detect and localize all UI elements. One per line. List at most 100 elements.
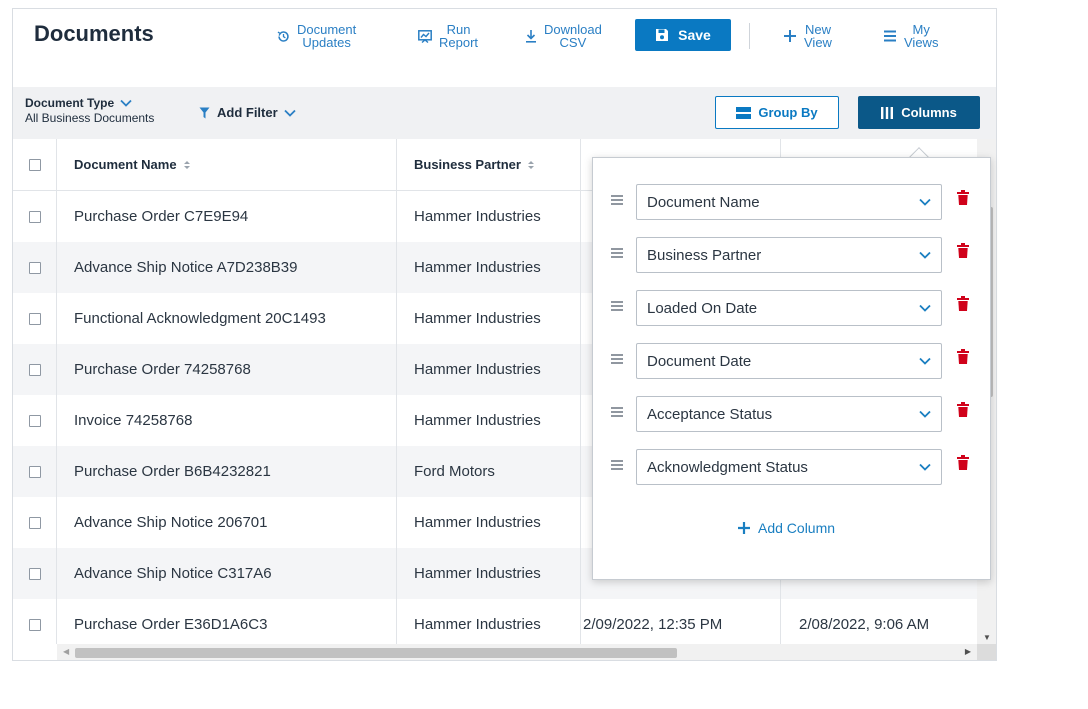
row-checkbox[interactable] [28, 465, 41, 478]
toolbar-divider [749, 23, 750, 49]
business-partner-cell: Hammer Industries [397, 293, 581, 344]
add-column-button[interactable]: Add Column [737, 520, 835, 536]
column-select[interactable]: Business Partner [636, 237, 942, 273]
trash-icon[interactable] [957, 455, 969, 470]
row-checkbox[interactable] [28, 618, 41, 631]
page-title: Documents [34, 21, 154, 46]
filter-icon [199, 107, 210, 119]
column-select[interactable]: Acknowledgment Status [636, 449, 942, 485]
drag-handle-icon[interactable] [611, 407, 623, 417]
row-checkbox-cell [13, 191, 57, 242]
table-row[interactable]: Purchase Order E36D1A6C3 Hammer Industri… [13, 599, 977, 644]
add-filter-button[interactable]: Add Filter [199, 105, 296, 120]
history-icon [277, 30, 290, 43]
save-button[interactable]: Save [635, 19, 731, 51]
row-checkbox[interactable] [28, 516, 41, 529]
new-view-button[interactable]: New View [783, 21, 832, 51]
row-checkbox[interactable] [28, 363, 41, 376]
document-name-cell[interactable]: Purchase Order 74258768 [57, 344, 397, 395]
row-checkbox[interactable] [28, 567, 41, 580]
chevron-down-icon [919, 410, 931, 418]
document-date-cell: 2/08/2022, 9:06 AM [799, 616, 930, 633]
document-name-cell[interactable]: Advance Ship Notice A7D238B39 [57, 242, 397, 293]
document-name-cell[interactable]: Purchase Order E36D1A6C3 [57, 599, 397, 644]
header-document-name[interactable]: Document Name [57, 139, 397, 190]
drag-handle-icon[interactable] [611, 248, 623, 258]
column-select[interactable]: Document Date [636, 343, 942, 379]
my-views-button[interactable]: My Views [883, 21, 938, 51]
trash-icon[interactable] [957, 243, 969, 258]
report-icon [418, 29, 432, 43]
business-partner-cell: Hammer Industries [397, 599, 581, 644]
add-column-label: Add Column [758, 520, 836, 536]
select-all-checkbox[interactable] [28, 158, 41, 171]
row-checkbox[interactable] [28, 312, 41, 325]
horizontal-scrollbar-thumb[interactable] [75, 648, 677, 658]
document-name-cell[interactable]: Purchase Order B6B4232821 [57, 446, 397, 497]
column-item: Acceptance Status [593, 396, 990, 432]
business-partner-cell: Hammer Industries [397, 344, 581, 395]
floppy-disk-icon [655, 28, 669, 42]
row-checkbox[interactable] [28, 210, 41, 223]
column-select-value: Loaded On Date [647, 299, 758, 317]
scroll-left-arrow-icon[interactable]: ◀ [63, 647, 69, 656]
chevron-down-icon [919, 357, 931, 365]
header-checkbox-cell [13, 139, 57, 190]
header-document-name-label: Document Name [74, 157, 177, 172]
document-name-cell[interactable]: Invoice 74258768 [57, 395, 397, 446]
row-checkbox-cell [13, 548, 57, 599]
row-checkbox[interactable] [28, 414, 41, 427]
trash-icon[interactable] [957, 296, 969, 311]
download-csv-button[interactable]: Download CSV [525, 21, 602, 51]
chevron-down-icon [919, 198, 931, 206]
scroll-right-arrow-icon[interactable]: ▶ [965, 647, 971, 656]
column-select[interactable]: Acceptance Status [636, 396, 942, 432]
document-name-cell[interactable]: Advance Ship Notice C317A6 [57, 548, 397, 599]
document-type-filter[interactable]: Document Type All Business Documents [25, 96, 154, 125]
drag-handle-icon[interactable] [611, 354, 623, 364]
sort-icon [183, 160, 191, 170]
column-item: Document Date [593, 343, 990, 379]
document-updates-label-2: Updates [302, 35, 351, 50]
scroll-down-arrow-icon[interactable]: ▼ [983, 633, 991, 642]
header-business-partner-label: Business Partner [414, 157, 521, 172]
group-icon [736, 106, 752, 119]
column-select-value: Business Partner [647, 246, 762, 264]
business-partner-cell: Hammer Industries [397, 497, 581, 548]
horizontal-scrollbar[interactable]: ◀ ▶ [57, 644, 977, 660]
plus-icon [783, 29, 797, 43]
trash-icon[interactable] [957, 190, 969, 205]
column-item: Acknowledgment Status [593, 449, 990, 485]
run-report-label-2: Report [439, 35, 479, 50]
document-name-cell[interactable]: Functional Acknowledgment 20C1493 [57, 293, 397, 344]
document-name-cell[interactable]: Advance Ship Notice 206701 [57, 497, 397, 548]
chevron-down-icon [120, 99, 132, 107]
drag-handle-icon[interactable] [611, 195, 623, 205]
column-select-value: Acknowledgment Status [647, 458, 808, 476]
header-business-partner[interactable]: Business Partner [397, 139, 581, 190]
column-item: Document Name [593, 184, 990, 220]
business-partner-cell: Hammer Industries [397, 548, 581, 599]
group-by-label: Group By [758, 105, 818, 120]
row-checkbox[interactable] [28, 261, 41, 274]
group-by-button[interactable]: Group By [715, 96, 839, 129]
toolbar: Documents Document Updates Run Report Down… [13, 9, 996, 87]
chevron-down-icon [919, 304, 931, 312]
row-checkbox-cell [13, 395, 57, 446]
plus-icon [737, 521, 751, 535]
trash-icon[interactable] [957, 402, 969, 417]
row-checkbox-cell [13, 497, 57, 548]
column-select[interactable]: Loaded On Date [636, 290, 942, 326]
columns-button[interactable]: Columns [858, 96, 980, 129]
run-report-button[interactable]: Run Report [418, 21, 478, 51]
sort-icon [527, 160, 535, 170]
document-name-cell[interactable]: Purchase Order C7E9E94 [57, 191, 397, 242]
document-updates-button[interactable]: Document Updates [277, 21, 356, 51]
drag-handle-icon[interactable] [611, 301, 623, 311]
column-select[interactable]: Document Name [636, 184, 942, 220]
drag-handle-icon[interactable] [611, 460, 623, 470]
row-checkbox-cell [13, 446, 57, 497]
columns-label: Columns [901, 105, 957, 120]
trash-icon[interactable] [957, 349, 969, 364]
list-icon [883, 30, 897, 42]
